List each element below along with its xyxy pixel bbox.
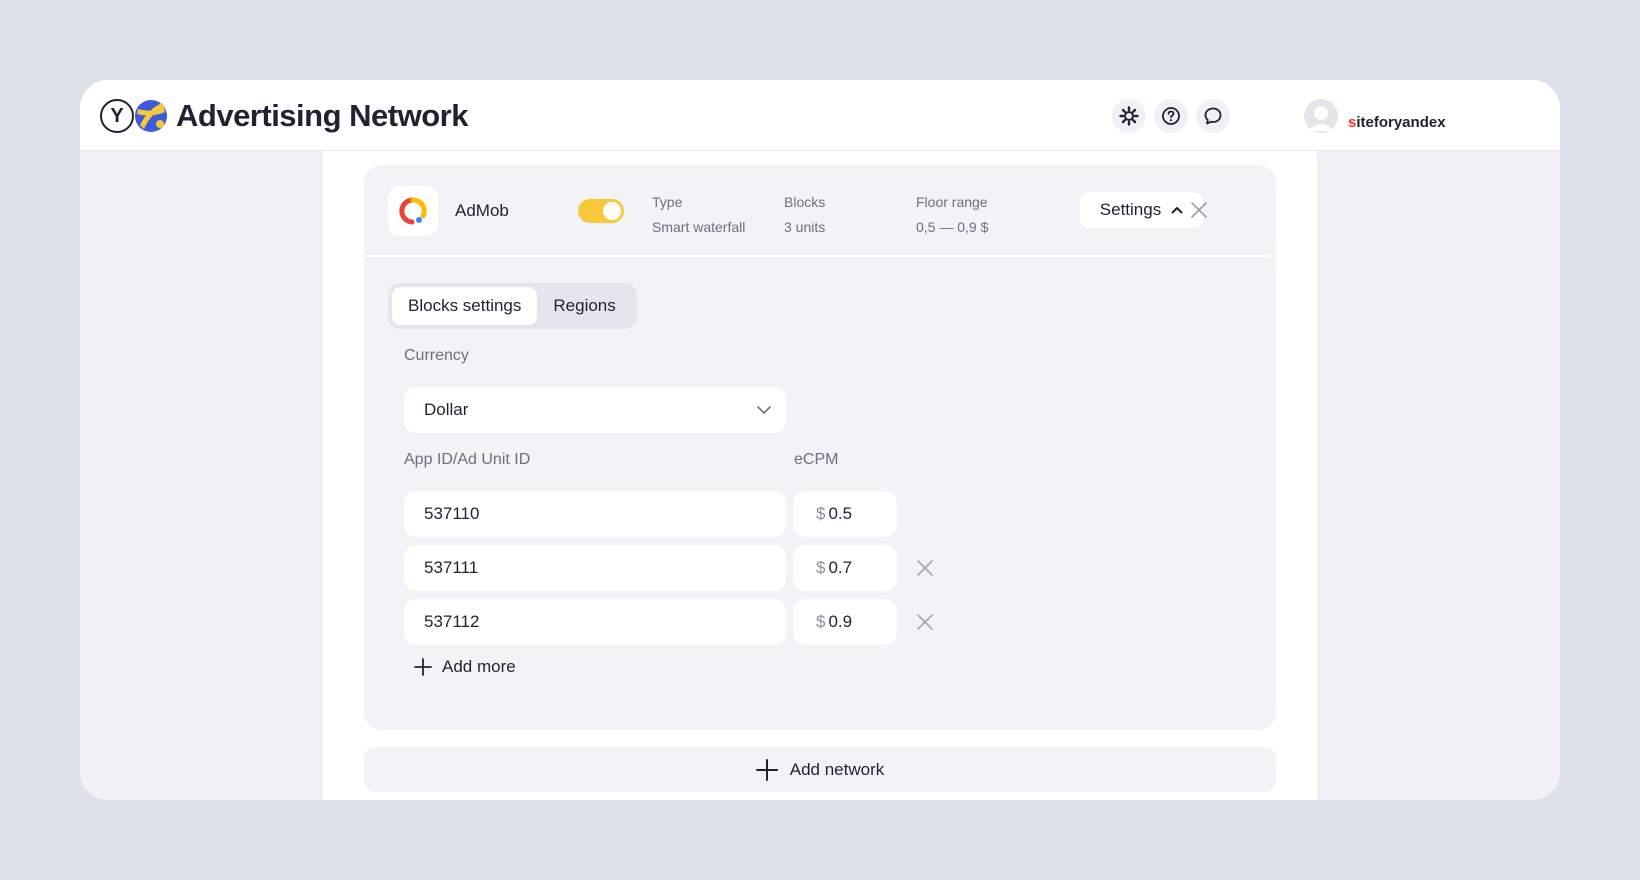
network-enabled-toggle[interactable] xyxy=(578,199,624,223)
unit-id-input[interactable]: 537110 xyxy=(404,491,786,537)
add-more-button[interactable]: Add more xyxy=(414,654,516,680)
unit-id-input[interactable]: 537111 xyxy=(404,545,786,591)
settings-button-label: Settings xyxy=(1099,200,1162,219)
unit-id-input[interactable]: 537112 xyxy=(404,599,786,645)
help-button[interactable] xyxy=(1154,99,1188,133)
currency-symbol: $ xyxy=(816,558,826,577)
currency-label: Currency xyxy=(404,347,469,364)
plus-icon xyxy=(414,658,432,676)
floor-range-value: 0,5 — 0,9 $ xyxy=(916,219,989,235)
plus-icon xyxy=(755,758,778,781)
currency-symbol: $ xyxy=(816,612,826,631)
ecpm-input[interactable]: $ 0.7 xyxy=(793,545,897,591)
yandex-logo-icon: Y xyxy=(100,99,134,133)
currency-select[interactable]: Dollar xyxy=(404,387,786,433)
blocks-value: 3 units xyxy=(784,219,826,235)
network-card: AdMob Type Smart waterfall Blocks 3 unit… xyxy=(364,165,1276,730)
network-name: AdMob xyxy=(455,201,509,220)
floor-range-meta: Floor range 0,5 — 0,9 $ xyxy=(916,190,988,240)
gear-icon xyxy=(1119,106,1139,126)
close-icon xyxy=(1191,202,1207,218)
ecpm-value: 0.5 xyxy=(828,504,853,523)
currency-value: Dollar xyxy=(424,400,469,419)
settings-tabs: Blocks settings Regions xyxy=(388,283,637,329)
main-content: AdMob Type Smart waterfall Blocks 3 unit… xyxy=(323,151,1317,800)
type-value: Smart waterfall xyxy=(652,219,746,235)
username[interactable]: siteforyandex xyxy=(1348,114,1446,131)
app-title: Advertising Network xyxy=(176,98,468,133)
ecpm-header: eCPM xyxy=(794,451,839,468)
remove-network-button[interactable] xyxy=(1188,199,1210,221)
remove-unit-button[interactable] xyxy=(914,611,936,633)
floor-range-label: Floor range xyxy=(916,194,988,210)
chevron-down-icon xyxy=(757,406,771,414)
currency-symbol: $ xyxy=(816,504,826,523)
ecpm-input[interactable]: $ 0.5 xyxy=(793,491,897,537)
settings-gear-button[interactable] xyxy=(1112,99,1146,133)
ecpm-value: 0.9 xyxy=(828,612,853,631)
avatar[interactable] xyxy=(1304,99,1338,133)
add-network-button[interactable]: Add network xyxy=(364,747,1276,792)
type-label: Type xyxy=(652,194,683,210)
help-icon xyxy=(1162,107,1180,125)
unit-id-header: App ID/Ad Unit ID xyxy=(404,451,531,468)
chat-button[interactable] xyxy=(1196,99,1230,133)
tab-blocks-settings[interactable]: Blocks settings xyxy=(392,287,538,325)
settings-button[interactable]: Settings xyxy=(1080,192,1203,228)
blocks-meta: Blocks 3 units xyxy=(784,190,825,240)
type-meta: Type Smart waterfall xyxy=(652,190,745,240)
remove-unit-button[interactable] xyxy=(914,557,936,579)
ecpm-input[interactable]: $ 0.9 xyxy=(793,599,897,645)
app-window: Y Advertising Network siteforyandex AdMo… xyxy=(80,80,1560,800)
user-avatar-icon xyxy=(1304,99,1338,133)
network-card-header: AdMob Type Smart waterfall Blocks 3 unit… xyxy=(364,165,1276,257)
add-network-label: Add network xyxy=(789,759,885,779)
ecpm-value: 0.7 xyxy=(828,558,853,577)
tab-regions[interactable]: Regions xyxy=(537,287,631,325)
add-more-label: Add more xyxy=(442,657,516,676)
chat-bubble-icon xyxy=(1204,107,1222,125)
close-icon xyxy=(917,560,933,576)
blocks-label: Blocks xyxy=(784,194,826,210)
close-icon xyxy=(917,614,933,630)
toggle-knob xyxy=(603,202,621,220)
logo[interactable]: Y Advertising Network xyxy=(100,96,468,136)
admob-logo-icon xyxy=(388,186,438,236)
chevron-up-icon xyxy=(1171,207,1183,214)
globe-logo-icon xyxy=(135,100,167,132)
top-header: Y Advertising Network siteforyandex xyxy=(80,80,1560,151)
